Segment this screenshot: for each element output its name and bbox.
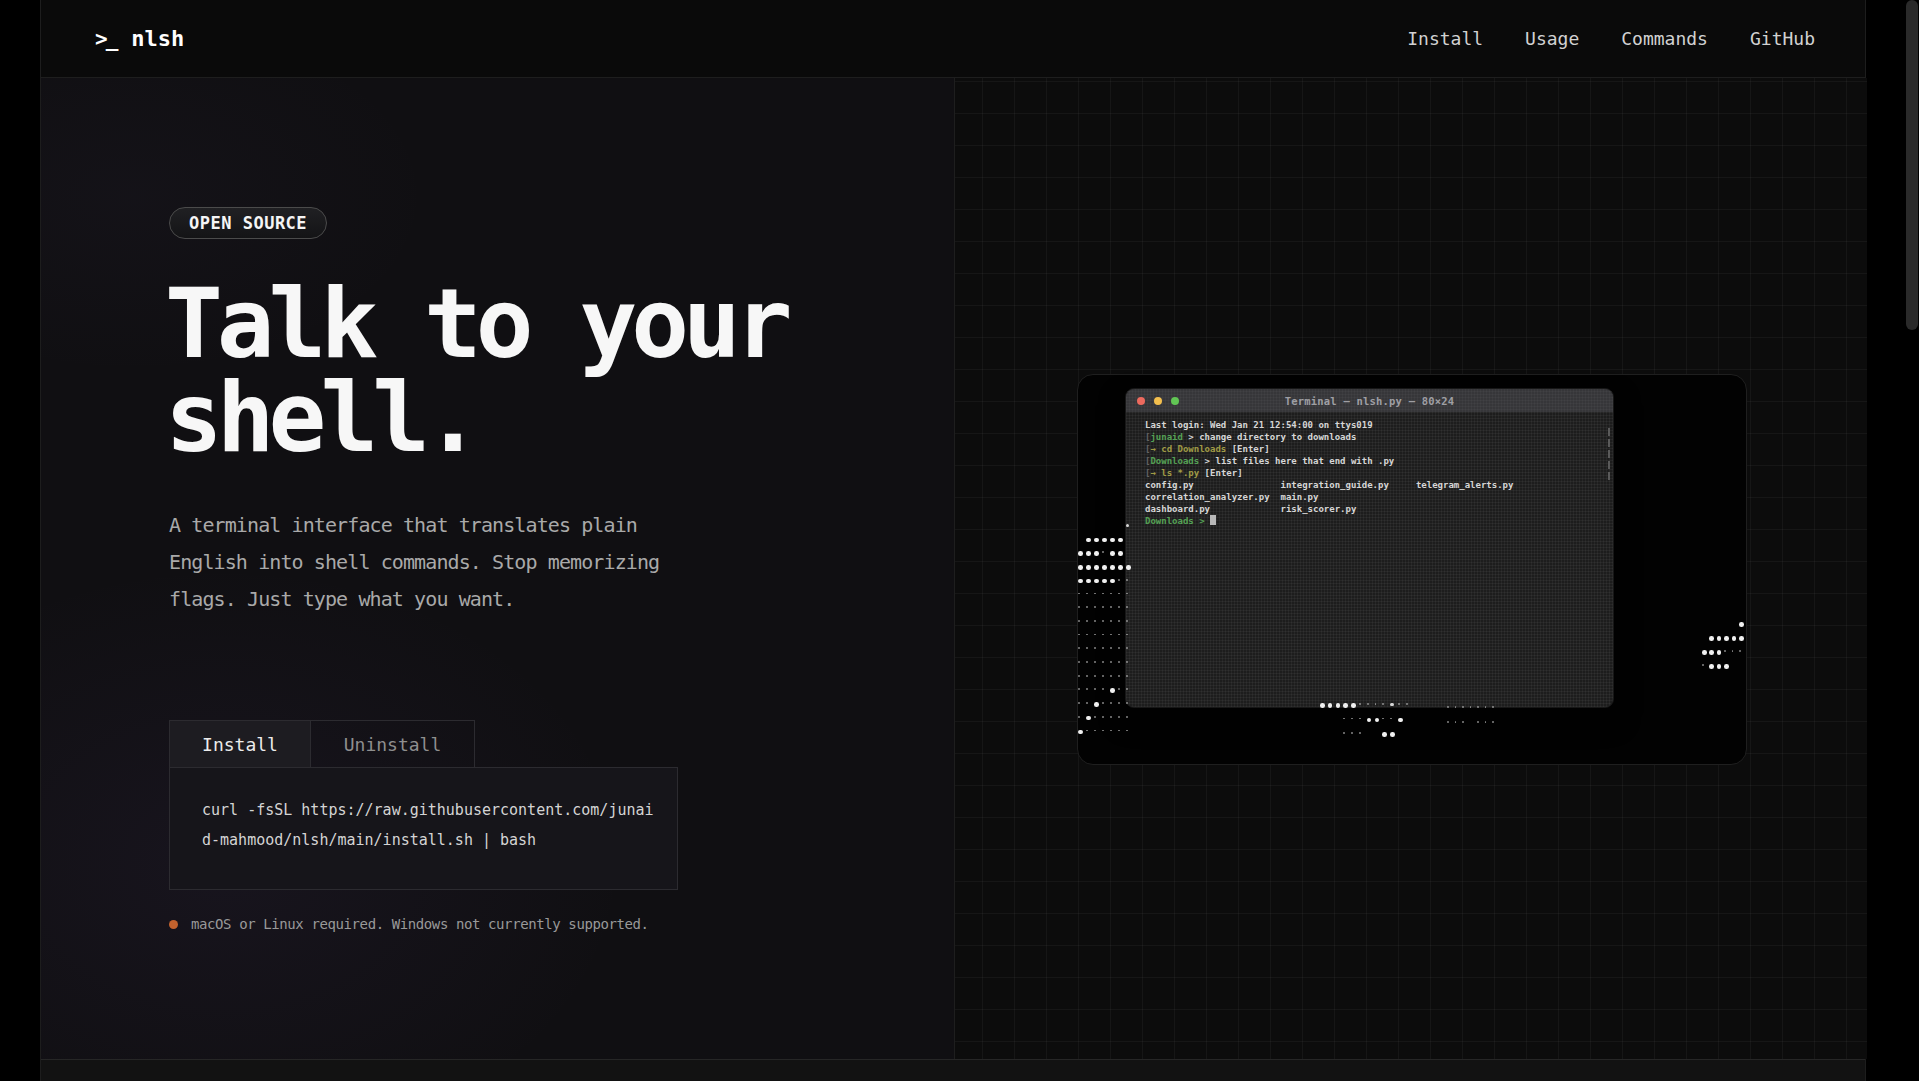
terminal-titlebar: Terminal — nlsh.py — 80×24 [1126, 389, 1613, 412]
page-scrollbar[interactable] [1905, 0, 1919, 1081]
nav-link-github[interactable]: GitHub [1750, 28, 1815, 49]
terminal-scrollbar [1608, 428, 1611, 480]
main-container: >_ nlsh Install Usage Commands GitHub OPEN … [40, 0, 1866, 1081]
install-tabs: Install Uninstall [169, 720, 475, 768]
nav-link-install[interactable]: Install [1407, 28, 1483, 49]
terminal-bezel: Terminal — nlsh.py — 80×24 Last login: W… [1077, 374, 1747, 765]
install-command-code-block[interactable]: curl -fsSL https://raw.githubusercontent… [169, 767, 678, 890]
terminal-prompt-icon: >_ [95, 27, 116, 51]
logo-text: nlsh [131, 26, 184, 51]
warning-dot-icon [169, 920, 178, 929]
nav-link-usage[interactable]: Usage [1525, 28, 1579, 49]
logo[interactable]: >_ nlsh [95, 26, 184, 51]
tab-install[interactable]: Install [170, 721, 310, 767]
hero-section: OPEN SOURCE Talk to your shell. A termin… [41, 78, 1865, 1059]
hero-right: Terminal — nlsh.py — 80×24 Last login: W… [954, 78, 1867, 1059]
minimize-button-icon [1154, 397, 1162, 405]
hero-description: A terminal interface that translates pla… [169, 507, 659, 618]
platform-note: macOS or Linux required. Windows not cur… [169, 916, 649, 932]
scrollbar-thumb[interactable] [1906, 0, 1918, 330]
open-source-badge: OPEN SOURCE [169, 207, 327, 239]
terminal-title: Terminal — nlsh.py — 80×24 [1126, 395, 1613, 407]
close-button-icon [1137, 397, 1145, 405]
nav-links: Install Usage Commands GitHub [1407, 28, 1815, 49]
next-section-edge [41, 1059, 1865, 1081]
tab-uninstall[interactable]: Uninstall [310, 721, 474, 767]
nav-link-commands[interactable]: Commands [1621, 28, 1708, 49]
page: >_ nlsh Install Usage Commands GitHub OPEN … [0, 0, 1919, 1081]
navbar: >_ nlsh Install Usage Commands GitHub [41, 0, 1865, 78]
zoom-button-icon [1171, 397, 1179, 405]
terminal-output: Last login: Wed Jan 21 12:54:00 on ttys0… [1126, 412, 1613, 707]
window-controls [1137, 389, 1179, 412]
page-title: Talk to your shell. [165, 277, 787, 465]
terminal-window: Terminal — nlsh.py — 80×24 Last login: W… [1126, 389, 1613, 707]
hero-left: OPEN SOURCE Talk to your shell. A termin… [41, 78, 954, 1059]
